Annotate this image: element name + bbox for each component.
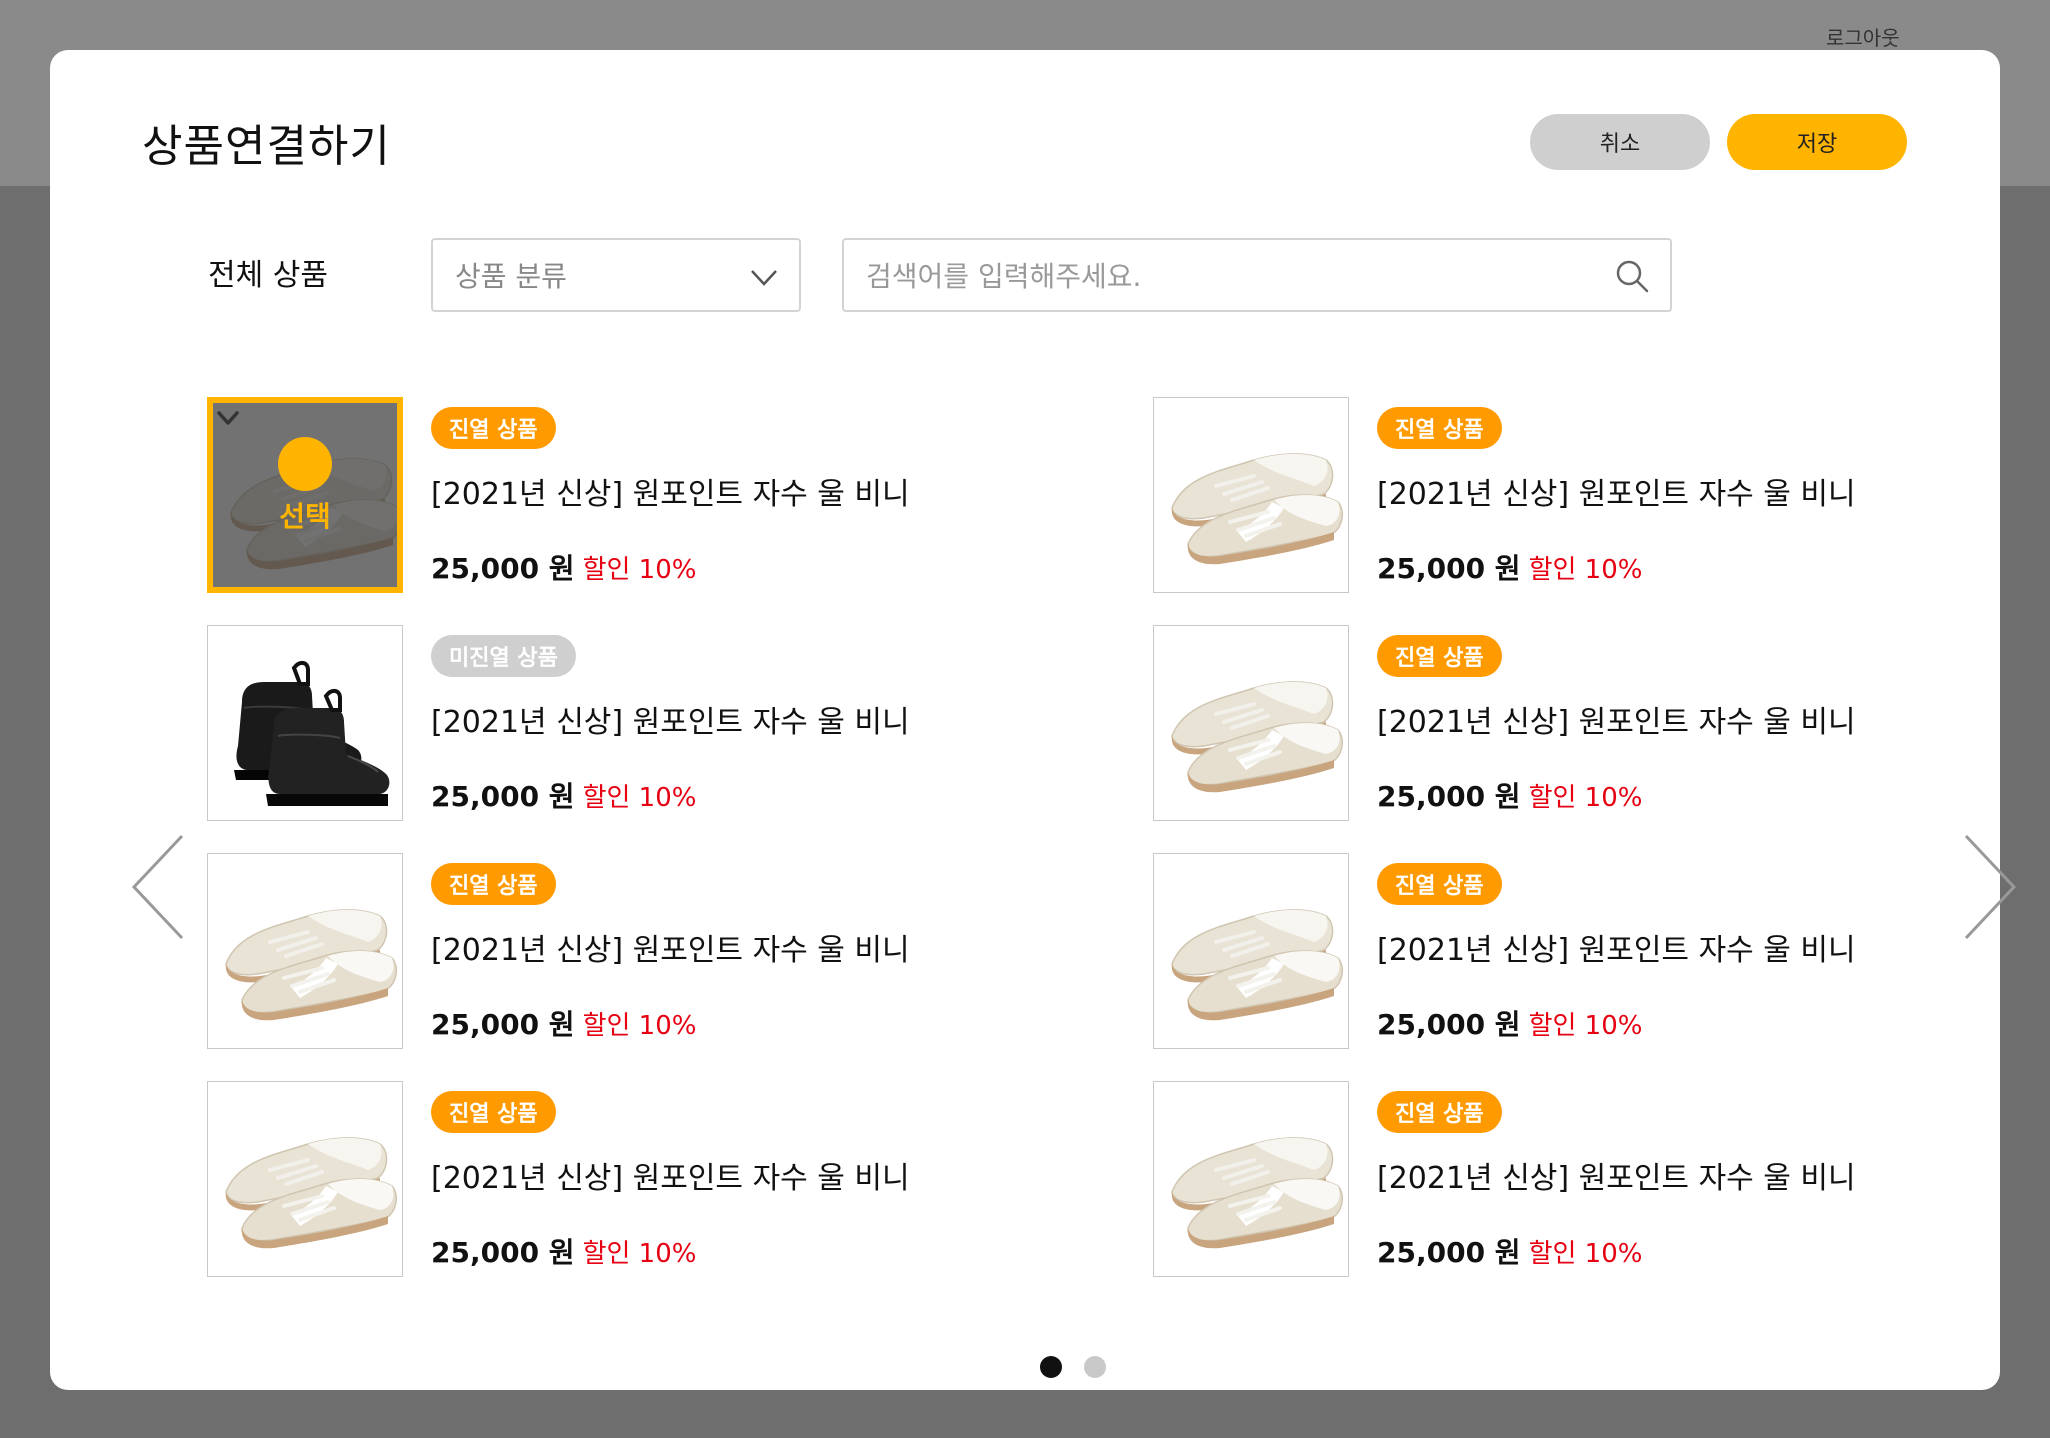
sneaker-image — [1171, 909, 1344, 1021]
discount-label: 할인 10% — [582, 1011, 697, 1041]
display-status-badge: 진열 상품 — [1377, 1091, 1502, 1133]
product-price: 25,000 원 할인 10% — [1377, 547, 1642, 587]
price-value: 25,000 원 — [1377, 1236, 1521, 1269]
product-thumbnail[interactable] — [1153, 1081, 1349, 1277]
sneaker-image — [1171, 681, 1344, 793]
display-status-badge: 진열 상품 — [1377, 407, 1502, 449]
discount-label: 할인 10% — [1528, 1011, 1643, 1041]
product-card[interactable]: 진열 상품 [2021년 신상] 원포인트 자수 울 비니 25,000 원 할인 1… — [207, 853, 927, 1053]
product-card[interactable]: 진열 상품 [2021년 신상] 원포인트 자수 울 비니 25,000 원 할인 1… — [1153, 397, 1873, 597]
pagination-dot[interactable] — [1084, 1356, 1106, 1378]
discount-label: 할인 10% — [582, 783, 697, 813]
display-status-badge: 미진열 상품 — [431, 635, 576, 677]
product-thumbnail[interactable] — [207, 853, 403, 1049]
product-price: 25,000 원 할인 10% — [431, 775, 696, 815]
product-price: 25,000 원 할인 10% — [431, 1003, 696, 1043]
search-input[interactable] — [864, 240, 1608, 312]
sneaker-image — [1171, 1137, 1344, 1249]
product-thumbnail[interactable] — [207, 625, 403, 821]
product-card[interactable]: 진열 상품 [2021년 신상] 원포인트 자수 울 비니 25,000 원 할인 1… — [1153, 1081, 1873, 1281]
price-value: 25,000 원 — [1377, 1008, 1521, 1041]
selected-label: 선택 — [279, 500, 331, 533]
sneaker-image — [225, 909, 398, 1021]
product-price: 25,000 원 할인 10% — [1377, 775, 1642, 815]
category-select-value: 상품 분류 — [455, 260, 567, 293]
display-status-badge: 진열 상품 — [1377, 863, 1502, 905]
product-name: [2021년 신상] 원포인트 자수 울 비니 — [431, 477, 910, 512]
search-icon[interactable] — [1614, 258, 1650, 294]
product-card[interactable]: 진열 상품 [2021년 신상] 원포인트 자수 울 비니 25,000 원 할인 1… — [207, 1081, 927, 1281]
product-card[interactable]: 선택 진열 상품 [2021년 신상] 원포인트 자수 울 비니 25,000 원 할인… — [207, 397, 927, 597]
product-thumbnail[interactable] — [1153, 625, 1349, 821]
price-value: 25,000 원 — [431, 1236, 575, 1269]
product-price: 25,000 원 할인 10% — [1377, 1231, 1642, 1271]
save-button[interactable]: 저장 — [1727, 114, 1907, 170]
logout-link[interactable]: 로그아웃 — [1826, 22, 1900, 51]
discount-label: 할인 10% — [1528, 1239, 1643, 1269]
display-status-badge: 진열 상품 — [431, 407, 556, 449]
product-price: 25,000 원 할인 10% — [431, 547, 696, 587]
price-value: 25,000 원 — [1377, 552, 1521, 585]
filter-label: 전체 상품 — [208, 258, 328, 293]
sneaker-image — [1171, 453, 1344, 565]
product-thumbnail[interactable] — [207, 1081, 403, 1277]
sneaker-image — [225, 1137, 398, 1249]
discount-label: 할인 10% — [582, 1239, 697, 1269]
product-thumbnail[interactable] — [1153, 853, 1349, 1049]
product-name: [2021년 신상] 원포인트 자수 울 비니 — [1377, 933, 1856, 968]
product-thumbnail[interactable]: 선택 — [207, 397, 403, 593]
selected-overlay: 선택 — [213, 403, 397, 587]
product-name: [2021년 신상] 원포인트 자수 울 비니 — [431, 1161, 910, 1196]
discount-label: 할인 10% — [582, 555, 697, 585]
product-name: [2021년 신상] 원포인트 자수 울 비니 — [431, 933, 910, 968]
product-card[interactable]: 미진열 상품 [2021년 신상] 원포인트 자수 울 비니 25,000 원 할인 … — [207, 625, 927, 825]
product-price: 25,000 원 할인 10% — [1377, 1003, 1642, 1043]
chevron-down-icon — [751, 270, 777, 286]
pagination-dot[interactable] — [1040, 1356, 1062, 1378]
cancel-button[interactable]: 취소 — [1530, 114, 1710, 170]
display-status-badge: 진열 상품 — [1377, 635, 1502, 677]
chevron-right-icon[interactable] — [1960, 832, 2020, 942]
product-name: [2021년 신상] 원포인트 자수 울 비니 — [1377, 477, 1856, 512]
price-value: 25,000 원 — [431, 780, 575, 813]
boot-image — [234, 661, 390, 806]
product-card[interactable]: 진열 상품 [2021년 신상] 원포인트 자수 울 비니 25,000 원 할인 1… — [1153, 853, 1873, 1053]
price-value: 25,000 원 — [431, 552, 575, 585]
price-value: 25,000 원 — [431, 1008, 575, 1041]
search-box — [842, 238, 1672, 312]
display-status-badge: 진열 상품 — [431, 1091, 556, 1133]
discount-label: 할인 10% — [1528, 555, 1643, 585]
product-name: [2021년 신상] 원포인트 자수 울 비니 — [1377, 705, 1856, 740]
product-name: [2021년 신상] 원포인트 자수 울 비니 — [1377, 1161, 1856, 1196]
chevron-left-icon[interactable] — [128, 832, 188, 942]
product-card[interactable]: 진열 상품 [2021년 신상] 원포인트 자수 울 비니 25,000 원 할인 1… — [1153, 625, 1873, 825]
modal-title: 상품연결하기 — [142, 121, 391, 172]
category-select[interactable]: 상품 분류 — [431, 238, 801, 312]
price-value: 25,000 원 — [1377, 780, 1521, 813]
product-thumbnail[interactable] — [1153, 397, 1349, 593]
product-link-modal: 상품연결하기 취소 저장 전체 상품 상품 분류 선택 — [50, 50, 2017, 1390]
check-chevron-icon — [217, 411, 332, 491]
product-price: 25,000 원 할인 10% — [431, 1231, 696, 1271]
display-status-badge: 진열 상품 — [431, 863, 556, 905]
discount-label: 할인 10% — [1528, 783, 1643, 813]
pagination-dots — [1040, 1356, 1106, 1378]
product-name: [2021년 신상] 원포인트 자수 울 비니 — [431, 705, 910, 740]
